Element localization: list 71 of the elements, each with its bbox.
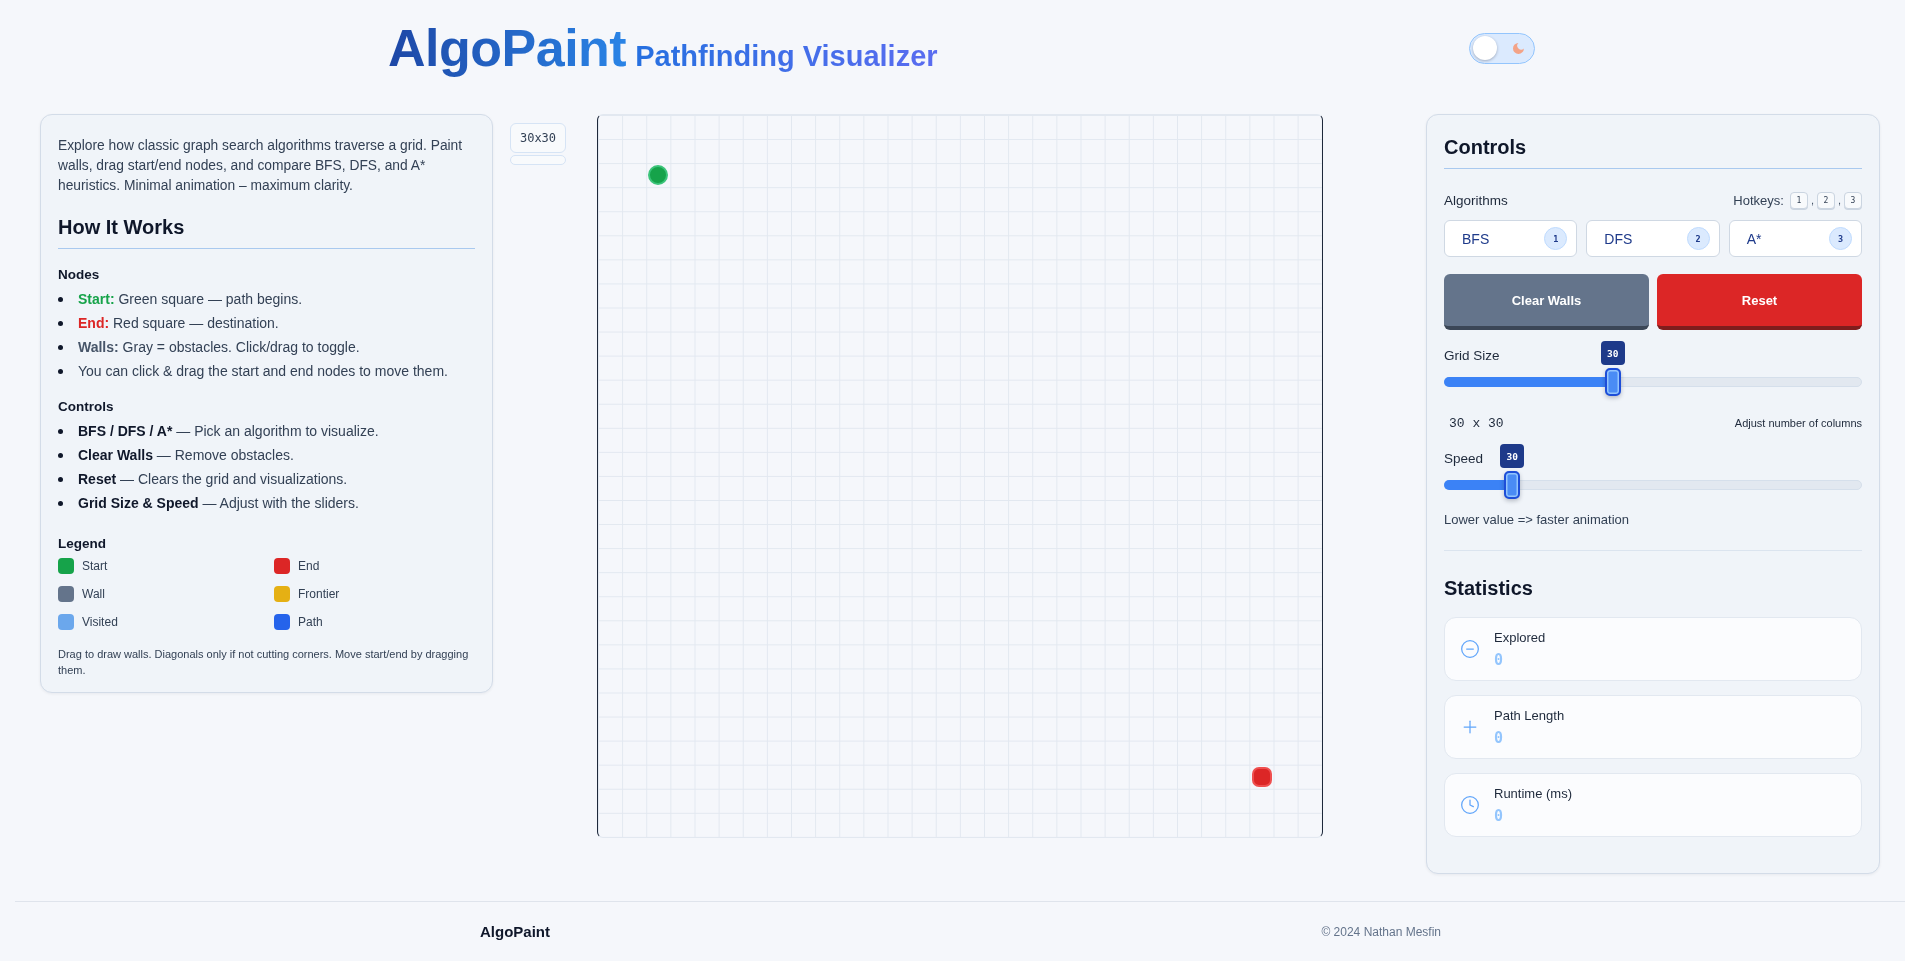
legend-label: End <box>298 559 320 573</box>
footer-brand: AlgoPaint <box>480 923 550 940</box>
bullet-icon <box>58 476 63 482</box>
hotkey-badge: 1 <box>1544 227 1568 250</box>
stat-label: Path Length <box>1494 706 1565 725</box>
grid-size-badge: 30x30 <box>510 123 566 153</box>
bullet-icon <box>58 296 63 302</box>
list-item-text: You can click & drag the start and end nodes to move them. <box>78 363 448 379</box>
bullet-icon <box>58 428 63 434</box>
slider-hint: Adjust number of columns <box>1734 417 1862 429</box>
help-note: Drag to draw walls. Diagonals only if not cutting corners. Move start/end by dragging them. <box>58 647 470 678</box>
slider-hint: Lower value => faster animation <box>1444 511 1630 529</box>
bullet-icon <box>58 500 63 506</box>
stat-label: Runtime (ms) <box>1494 784 1572 803</box>
list-item-text: Clear Walls — Remove obstacles. <box>78 447 294 463</box>
list-item-text: Grid Size & Speed — Adjust with the sliders. <box>78 495 359 511</box>
panel-heading: Statistics <box>1444 576 1534 600</box>
slider-thumb[interactable] <box>1504 471 1521 499</box>
slider-label: Grid Size <box>1444 347 1500 365</box>
hotkey-key: 1 <box>1789 191 1808 209</box>
separator-text: , <box>1837 194 1841 206</box>
section-heading: Legend <box>58 535 107 553</box>
stat-value: 0 <box>1494 805 1505 826</box>
bullet-icon <box>58 344 63 350</box>
grid-size-slider[interactable] <box>1444 368 1862 396</box>
legend-label: Start <box>82 559 108 573</box>
panel-heading: Controls <box>1444 135 1862 169</box>
slider-label: Speed <box>1444 450 1484 468</box>
clock-icon <box>1460 795 1480 815</box>
slider-value-tooltip: 30 <box>1500 444 1525 468</box>
section-heading: Controls <box>58 398 115 416</box>
intro-text: Explore how classic graph search algorithms traverse a grid. Paint walls, drag start/end nodes, and compare BFS, DFS, and A* heuristics. Minimal animation – maximum clarity. <box>58 137 464 195</box>
moon-icon <box>1513 42 1524 54</box>
hotkeys-label: Hotkeys: <box>1733 192 1784 208</box>
hotkey-badge: 3 <box>1829 227 1852 250</box>
bullet-icon <box>58 452 63 458</box>
action-button[interactable]: Clear Walls <box>1444 274 1649 330</box>
slider-thumb[interactable] <box>1604 368 1621 396</box>
hotkey-badge: 2 <box>1686 227 1710 250</box>
list-item-text: Start: Green square — path begins. <box>78 291 303 307</box>
bullet-icon <box>58 320 63 326</box>
algorithm-button[interactable]: A* 3 <box>1728 220 1862 257</box>
end-node-icon[interactable] <box>1251 766 1272 787</box>
list-item-text: BFS / DFS / A* — Pick an algorithm to visualize. <box>78 423 379 439</box>
list-item-text: Walls: Gray = obstacles. Click/drag to toggle. <box>78 339 360 355</box>
legend-label: Path <box>298 615 323 629</box>
start-node-icon[interactable] <box>648 165 669 186</box>
list-item-text: End: Red square — destination. <box>78 315 279 331</box>
copyright-text: © 2024 Nathan Mesfin <box>1321 924 1441 939</box>
algorithm-button[interactable]: DFS 2 <box>1586 220 1720 257</box>
list-item-text: Reset — Clears the grid and visualizations. <box>78 471 348 487</box>
hotkey-key: 2 <box>1816 191 1835 209</box>
section-heading: Nodes <box>58 266 101 284</box>
legend-label: Frontier <box>298 587 340 601</box>
bullet-icon <box>58 368 63 374</box>
stat-value: 0 <box>1494 649 1505 670</box>
algorithm-button[interactable]: BFS 1 <box>1444 220 1578 257</box>
panel-heading: How It Works <box>58 215 475 249</box>
stat-label: Explored <box>1494 628 1546 647</box>
action-button[interactable]: Reset <box>1657 274 1862 330</box>
stat-value: 0 <box>1494 727 1505 748</box>
theme-toggle[interactable] <box>1469 32 1535 64</box>
legend-label: Visited <box>82 615 118 629</box>
separator-text: , <box>1810 194 1814 206</box>
speed-slider[interactable] <box>1444 471 1862 499</box>
legend-label: Wall <box>82 587 105 601</box>
grid-size-reading: 30 x 30 <box>1449 415 1504 431</box>
minus-circle-icon <box>1460 639 1480 659</box>
hotkey-key: 3 <box>1844 191 1862 209</box>
slider-value-tooltip: 30 <box>1600 341 1625 365</box>
algorithms-label: Algorithms <box>1444 192 1508 208</box>
